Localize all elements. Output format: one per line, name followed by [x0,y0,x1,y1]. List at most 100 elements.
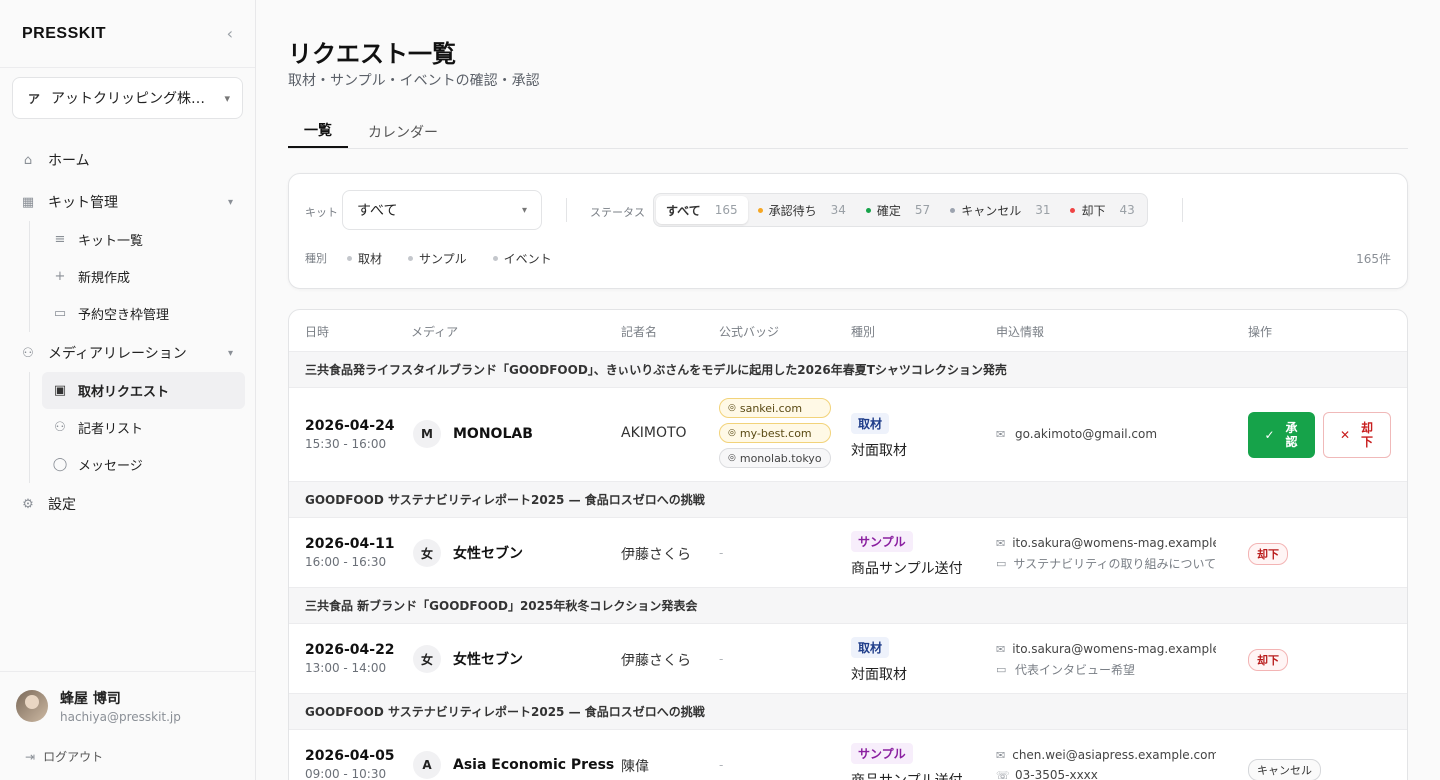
status-dot [865,207,871,213]
sidebar-item-kit-list[interactable]: ≡ キット一覧 [42,221,255,258]
column-header[interactable]: 日時 [305,323,329,340]
status-option-confirmed[interactable]: 確定 57 [856,196,940,224]
reporter-name[interactable]: 伊藤さくら [621,650,691,670]
logout-label: ログアウト [43,750,104,764]
request-date: 2026-04-22 [305,642,395,658]
email-text[interactable]: ito.sakura@womens-mag.example.com [1012,536,1216,550]
column-header[interactable]: 種別 [851,323,875,340]
user-info[interactable]: 蜂屋 博司 hachiya@presskit.jp [16,688,239,724]
note-line: ▭ 代表インタビュー希望 [996,659,1216,679]
message-icon: ◯ [52,457,68,472]
people-icon: ⚇ [54,420,66,435]
inbox-icon: ▣ [53,383,67,398]
sidebar-item-media[interactable]: ⚇ メディアリレーション ▾ [0,334,255,372]
table-row[interactable]: 2026-04-22 13:00 - 14:00 女 女性セブン 伊藤さくら -… [289,624,1407,694]
contact-cell: ✉ ito.sakura@womens-mag.example.com ▭ 代表イン… [996,639,1216,679]
sidebar-item-requests[interactable]: ▣ 取材リクエスト [42,372,245,409]
approve-button[interactable]: ✓ 承認 [1248,412,1315,458]
app-root: PRESSKIT ‹ ア アットクリッピング株式会社 ▾ ⌂ ホーム ▦ キット… [0,0,1440,780]
org-name: アットクリッピング株式会社 [51,91,219,107]
reporter-name[interactable]: 伊藤さくら [621,544,691,564]
brand-logo[interactable]: PRESSKIT [22,25,106,43]
media-name[interactable]: Asia Economic Press [453,757,614,773]
view-tabs: 一覧 カレンダー [288,114,1408,149]
user-email: hachiya@presskit.jp [60,710,181,724]
email-text[interactable]: chen.wei@asiapress.example.com [1012,748,1216,762]
logout-button[interactable]: ⇥ ログアウト [16,748,239,765]
badge-label: sankei.com [739,401,803,415]
status-option-pending[interactable]: 承認待ち 34 [748,196,856,224]
status-option-cancelled[interactable]: キャンセル 31 [940,196,1060,224]
kit-select-value: すべて [357,203,398,219]
sidebar-item-reporters[interactable]: ⚇ 記者リスト [42,409,255,446]
note-text: サステナビリティの取り組みについて [1013,556,1216,571]
comment-icon: ▭ [996,556,1007,570]
type-chip-sample[interactable]: サンプル [408,250,467,267]
sidebar-item-messages[interactable]: ◯ メッセージ [42,446,255,483]
column-header[interactable]: 記者名 [621,323,657,340]
column-header[interactable]: 申込情報 [996,323,1044,340]
phone-text[interactable]: 03-3505-xxxx [1015,768,1098,780]
sidebar-item-kit[interactable]: ▦ キット管理 ▾ [0,183,255,221]
table-row[interactable]: 2026-04-24 15:30 - 16:00 M MONOLAB AKIMO… [289,388,1407,482]
table-row[interactable]: 2026-04-05 09:00 - 10:30 A Asia Economic… [289,730,1407,780]
type-chip-label: 取材 [358,252,383,266]
official-badge: ◎ monolab.tokyo [719,448,831,468]
badge-label: monolab.tokyo [739,451,822,465]
column-header[interactable]: メディア [411,323,458,340]
chevron-down-icon: ▾ [224,91,230,105]
kit-select[interactable]: すべて ▾ [342,190,542,230]
plus-icon: + [54,269,66,284]
sidebar-item-home[interactable]: ⌂ ホーム [0,141,255,179]
calendar-icon: ▭ [53,306,67,321]
media-name[interactable]: MONOLAB [453,426,533,442]
sidebar-item-kit-slots[interactable]: ▭ 予約空き枠管理 [42,295,255,332]
status-option-label: すべて [666,203,701,218]
group-header: 三共食品 新ブランド「GOODFOOD」2025年秋冬コレクション発表会 [289,588,1407,624]
page-title: リクエスト一覧 [288,40,456,68]
reporter-name[interactable]: AKIMOTO [621,425,687,441]
comment-icon: ▭ [996,662,1007,676]
status-option-rejected[interactable]: 却下 43 [1060,196,1144,224]
email-text[interactable]: go.akimoto@gmail.com [1015,427,1157,441]
request-time: 09:00 - 10:30 [305,767,387,780]
sidebar-item-settings[interactable]: ⚙ 設定 [0,485,255,523]
table-row[interactable]: 2026-04-11 16:00 - 16:30 女 女性セブン 伊藤さくら -… [289,518,1407,588]
type-chip-interview[interactable]: 取材 [347,250,382,267]
badge-empty: - [719,652,724,666]
date-cell: 2026-04-05 09:00 - 10:30 [305,748,395,780]
org-switcher[interactable]: ア アットクリッピング株式会社 ▾ [12,77,243,119]
group-header: GOODFOOD サステナビリティレポート2025 — 食品ロスゼロへの挑戦 [289,694,1407,730]
status-dot [757,207,763,213]
request-date: 2026-04-11 [305,536,395,552]
home-icon: ⌂ [23,152,33,168]
status-option-all[interactable]: すべて 165 [656,196,748,224]
media-name[interactable]: 女性セブン [453,649,523,669]
column-header[interactable]: 公式バッジ [719,323,779,340]
kind-cell: 取材 対面取材 [851,637,907,684]
sidebar-item-label: メッセージ [78,459,143,474]
status-option-count: 57 [914,203,931,217]
table-header: 日時 メディア 記者名 公式バッジ 種別 申込情報 操作 [289,310,1407,352]
kind-tag: サンプル [851,743,913,764]
kind-description: 商品サンプル送付 [851,561,963,577]
type-dot [408,256,414,261]
reporter-name[interactable]: 陳偉 [621,756,649,776]
request-time: 15:30 - 16:00 [305,437,387,451]
tab-list[interactable]: 一覧 [288,114,348,148]
tab-calendar[interactable]: カレンダー [352,114,454,149]
media-avatar: 女 [413,539,441,567]
collapse-sidebar-icon[interactable]: ‹ [227,24,233,43]
email-text[interactable]: ito.sakura@womens-mag.example.com [1012,642,1216,656]
request-date: 2026-04-05 [305,748,395,764]
filter-panel: キット すべて ▾ ステータス すべて 165 承認待ち 34 確定 57 キャ… [288,173,1408,289]
kind-cell: サンプル 商品サンプル送付 [851,531,963,578]
media-cell: 女 女性セブン [413,645,523,673]
reject-button[interactable]: ✕ 却下 [1323,412,1391,458]
media-name[interactable]: 女性セブン [453,543,523,563]
type-chip-event[interactable]: イベント [492,250,552,267]
type-dot [347,256,352,261]
status-option-label: キャンセル [961,203,1022,218]
email-line: ✉ ito.sakura@womens-mag.example.com [996,639,1216,659]
sidebar-item-kit-new[interactable]: + 新規作成 [42,258,255,295]
